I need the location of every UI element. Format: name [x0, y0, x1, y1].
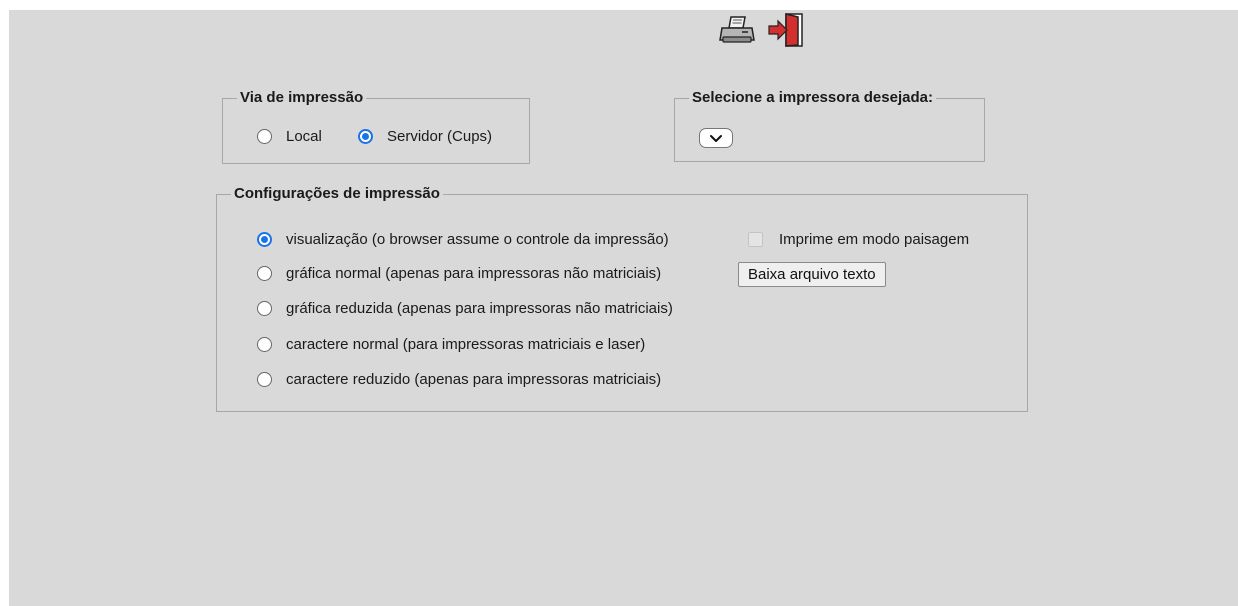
- printer-select[interactable]: [699, 128, 733, 148]
- radio-caractere-reduzido-label: caractere reduzido (apenas para impresso…: [286, 371, 662, 388]
- printer-icon[interactable]: [718, 13, 758, 47]
- print-config-legend: Configurações de impressão: [234, 185, 440, 202]
- print-route-legend: Via de impressão: [240, 89, 364, 106]
- radio-visualizacao-label: visualização (o browser assume o control…: [286, 231, 669, 248]
- print-options-panel: Via de impressão Local Servidor (Cups) S…: [9, 10, 1238, 606]
- radio-caractere-normal-label: caractere normal (para impressoras matri…: [286, 336, 646, 353]
- radio-local-label: Local: [286, 128, 322, 145]
- landscape-label: Imprime em modo paisagem: [779, 231, 970, 248]
- radio-grafica-normal[interactable]: gráfica normal (apenas para impressoras …: [257, 265, 661, 282]
- radio-grafica-reduzida-label: gráfica reduzida (apenas para impressora…: [286, 300, 673, 317]
- radio-visualizacao-button[interactable]: [257, 232, 272, 247]
- radio-local-button[interactable]: [257, 129, 272, 144]
- radio-servidor-button[interactable]: [358, 129, 373, 144]
- printer-select-legend: Selecione a impressora desejada:: [692, 89, 933, 106]
- printer-select-group: Selecione a impressora desejada:: [674, 90, 985, 162]
- radio-caractere-reduzido[interactable]: caractere reduzido (apenas para impresso…: [257, 371, 661, 388]
- radio-caractere-normal-button[interactable]: [257, 337, 272, 352]
- radio-grafica-normal-label: gráfica normal (apenas para impressoras …: [286, 265, 662, 282]
- download-text-button[interactable]: Baixa arquivo texto: [738, 262, 886, 287]
- landscape-checkbox[interactable]: [748, 232, 763, 247]
- radio-local[interactable]: Local: [257, 128, 322, 145]
- radio-caractere-reduzido-button[interactable]: [257, 372, 272, 387]
- exit-door-icon[interactable]: [766, 13, 806, 47]
- radio-caractere-normal[interactable]: caractere normal (para impressoras matri…: [257, 336, 645, 353]
- print-route-group: Via de impressão: [222, 90, 530, 164]
- radio-grafica-normal-button[interactable]: [257, 266, 272, 281]
- chevron-down-icon: [710, 134, 722, 142]
- radio-visualizacao[interactable]: visualização (o browser assume o control…: [257, 231, 669, 248]
- radio-grafica-reduzida[interactable]: gráfica reduzida (apenas para impressora…: [257, 300, 673, 317]
- radio-servidor-label: Servidor (Cups): [387, 128, 493, 145]
- landscape-option[interactable]: Imprime em modo paisagem: [748, 231, 969, 248]
- radio-servidor[interactable]: Servidor (Cups): [358, 128, 492, 145]
- radio-grafica-reduzida-button[interactable]: [257, 301, 272, 316]
